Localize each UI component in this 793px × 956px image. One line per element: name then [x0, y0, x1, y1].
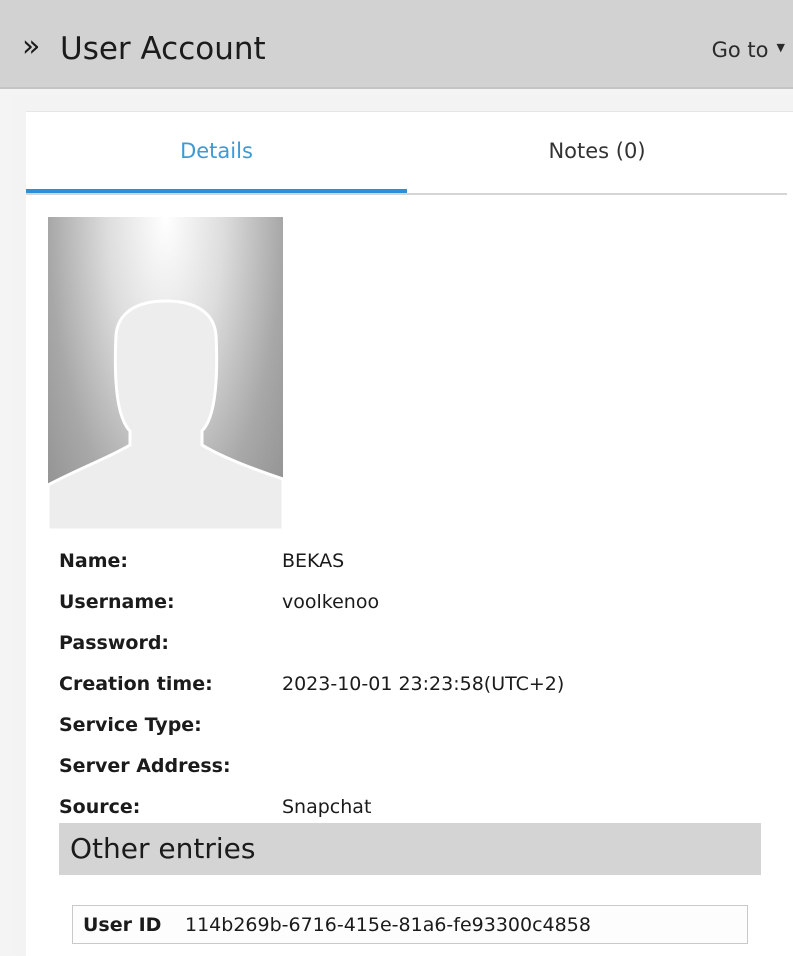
- field-label: Password:: [59, 632, 170, 654]
- field-label: Service Type:: [59, 714, 202, 736]
- field-label: Source:: [59, 796, 141, 818]
- caret-down-icon: ▼: [776, 41, 785, 54]
- field-label: Creation time:: [59, 673, 213, 695]
- tab-notes[interactable]: Notes (0): [407, 112, 787, 191]
- person-silhouette-icon: [48, 299, 283, 530]
- double-chevron-right-icon[interactable]: »: [22, 27, 40, 67]
- user-avatar-placeholder: [48, 217, 283, 530]
- goto-menu-button[interactable]: Go to ▼: [712, 33, 785, 65]
- other-entries-header: Other entries: [59, 823, 761, 875]
- field-value: Snapchat: [282, 796, 372, 818]
- other-entries-title: Other entries: [70, 832, 256, 865]
- field-label: Username:: [59, 591, 175, 613]
- entry-value: 114b269b-6716-415e-81a6-fe93300c4858: [185, 914, 591, 936]
- entry-key: User ID: [83, 914, 162, 936]
- field-label: Name:: [59, 550, 129, 572]
- user-account-card: Details Notes (0) Name: BEKAS Username: …: [26, 111, 793, 956]
- field-value: 2023-10-01 23:23:58(UTC+2): [282, 673, 565, 695]
- page-header: » User Account Go to ▼: [0, 0, 793, 89]
- field-label: Server Address:: [59, 755, 231, 777]
- content-panel: Details Notes (0) Name: BEKAS Username: …: [12, 95, 793, 956]
- page-title: User Account: [60, 31, 266, 67]
- goto-label: Go to: [711, 38, 769, 62]
- field-value: BEKAS: [282, 550, 345, 572]
- tab-bar: Details Notes (0): [26, 112, 787, 195]
- field-value: voolkenoo: [282, 591, 380, 613]
- tab-details[interactable]: Details: [26, 112, 407, 193]
- other-entry-row: User ID 114b269b-6716-415e-81a6-fe93300c…: [72, 905, 748, 944]
